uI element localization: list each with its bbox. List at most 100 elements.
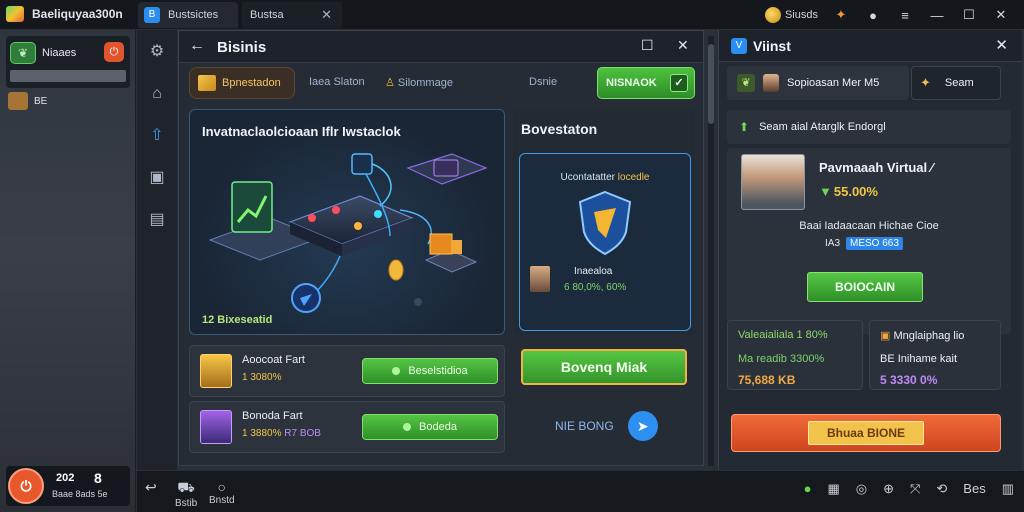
settings-icon[interactable]: ⚙ (145, 40, 169, 64)
item-action-button[interactable]: Beselstidioa (362, 358, 498, 384)
tab-sopioasan[interactable]: ❦ Sopioasan Mer M5 (727, 66, 909, 100)
record-icon[interactable]: ◎ (856, 481, 867, 497)
avatar (200, 354, 232, 388)
media-icon[interactable]: ▣ (145, 166, 169, 190)
item-action-button[interactable]: Bodeda (362, 414, 498, 440)
feature-card[interactable]: Invatnaclaolcioaan Iflr Iwstaclok 12 Bix… (189, 109, 505, 335)
right-panel: V Viinst ✕ ❦ Sopioasan Mer M5 ✦ Seam ⬆ S… (718, 30, 1022, 470)
stat-box[interactable]: Valeaialiala 1 80% Ma readib 3300% 75,68… (727, 320, 863, 390)
person-avatar (530, 266, 550, 292)
tools-icon[interactable]: ▥ (1002, 481, 1014, 497)
shake-icon[interactable]: Bes (963, 481, 985, 497)
folder-icon[interactable]: ▤ (145, 208, 169, 232)
stat-mid: Ma readib 3300% (738, 353, 825, 365)
tab-seam[interactable]: ✦ Seam (911, 66, 1001, 100)
coins-indicator[interactable]: Siusds (764, 7, 818, 23)
scrollbar-thumb[interactable] (708, 44, 714, 124)
right-header: V Viinst ✕ (719, 30, 1022, 62)
app-title: Baeliquyaa300n (32, 7, 123, 21)
avatar[interactable]: ⏻ (8, 468, 44, 504)
stat-value: 5 3330 0% (880, 373, 938, 387)
taskbar-item[interactable]: ○ Bnstd (209, 479, 235, 506)
folder-icon (8, 92, 28, 110)
back-arrow-icon[interactable]: ← (189, 37, 205, 55)
stat-value: 75,688 KB (738, 373, 796, 387)
side-card-value: 6 80,0%, 60% (564, 282, 627, 293)
tab-label: Bustsictes (168, 9, 219, 21)
side-card: Bovestaton Ucontatatter locedle Inaealoa… (513, 109, 695, 335)
sidebar-card-bar (10, 70, 126, 82)
bottom-taskbar: ↩ ⛟ Bstib ○ Bnstd ● ▦ ◎ ⊕ ⤧ ⟲ Bes ▥ (137, 470, 1024, 512)
tab-iaea-slaton[interactable]: Iaea Slaton (309, 76, 365, 88)
section-header[interactable]: ⬆ Seam aial Atarglk Endorgl (727, 110, 1011, 144)
trend-up-icon: ⬆ (739, 120, 750, 134)
taskbar-item[interactable]: ⛟ Bstib (175, 479, 197, 509)
star-icon: ✦ (920, 75, 931, 90)
send-icon[interactable]: ➤ (627, 411, 658, 441)
app-logo (6, 6, 24, 22)
tab-active[interactable]: B Bustsictes (138, 2, 238, 28)
sidebar-item[interactable]: BE (8, 92, 47, 110)
boiocain-button[interactable]: BOIOCAIN (807, 272, 923, 302)
tab-bpnestadon[interactable]: Bpnestadon (189, 67, 295, 99)
tab-label: Bustsa (250, 9, 284, 21)
profile-desc: Baai Iadaacaan Hichae Cioe (799, 220, 939, 232)
tab-silommage[interactable]: ♙ Silommage (385, 76, 453, 89)
menu-icon[interactable]: ≡ (896, 8, 914, 23)
taskbar-tools: ● ▦ ◎ ⊕ ⤧ ⟲ Bes ▥ (804, 481, 1014, 497)
check-icon: ✓ (670, 74, 688, 92)
bovenq-miak-button[interactable]: Bovenq Miak (521, 349, 687, 385)
list-item[interactable]: Bonoda Fart 1 3880% R7 BOB Bodeda (189, 401, 505, 453)
home-icon[interactable]: ⌂ (145, 82, 169, 106)
shield-icon (578, 190, 632, 256)
tab-secondary[interactable]: Bustsa ✕ (242, 2, 342, 28)
link-text[interactable]: NIE BONG (555, 419, 614, 433)
nisnaok-button[interactable]: NISNAOK ✓ (597, 67, 695, 99)
treasure-icon (198, 75, 216, 91)
network-illustration (208, 153, 488, 313)
left-sidebar: ❦ Niaaes ⏻ BE ⏻ 202 8 Baae 8ads 5e (0, 30, 136, 512)
side-card-inner[interactable]: Ucontatatter locedle Inaealoa 6 80,0%, 6… (519, 153, 691, 331)
stat-box[interactable]: ▣ Mnglaiphag lio BE Inihame kait 5 3330 … (869, 320, 1001, 390)
right-title: Viinst (753, 38, 791, 54)
gamepad-icon[interactable]: ⊕ (883, 481, 894, 497)
profile-count: 202 (56, 472, 75, 484)
status-badge: MESO 663 (846, 237, 903, 250)
bhuaa-bione-button[interactable]: Bhuaa BIONE (731, 414, 1001, 452)
power-icon[interactable]: ⏻ (104, 42, 124, 62)
title-controls: Siusds ✦ ● ≡ — ☐ ✕ (764, 0, 1024, 30)
notification-icon[interactable]: ● (864, 8, 882, 23)
fire-icon[interactable]: ✦ (832, 7, 850, 23)
minimize-button[interactable]: — (928, 8, 946, 23)
title-bar: Baeliquyaa300n B Bustsictes Bustsa ✕ Siu… (0, 0, 1024, 30)
side-card-text: Ucontatatter locedle (560, 172, 650, 183)
sidebar-profile[interactable]: ⏻ 202 8 Baae 8ads 5e (6, 466, 130, 506)
item-name: Bonoda Fart (242, 410, 303, 422)
tab-dsnie[interactable]: Dsnie (529, 76, 557, 88)
resize-icon[interactable]: ⤧ (910, 481, 920, 497)
side-card-title: Bovestaton (521, 121, 598, 137)
link-row[interactable]: NIE BONG ➤ (555, 411, 658, 441)
pin-icon[interactable]: ✕ (321, 7, 332, 23)
app-title-area: Baeliquyaa300n (6, 6, 123, 22)
status-on-icon[interactable]: ● (804, 481, 812, 497)
window-icon[interactable]: ☐ (641, 37, 654, 54)
avatar (763, 74, 779, 92)
share-icon[interactable]: ⇧ (145, 124, 169, 148)
profile-desc2: IA3 MESO 663 (825, 237, 903, 250)
profile-percent: ▼ 55.00% (819, 184, 878, 199)
item-value: 1 3080% (242, 372, 282, 383)
stat-title: ▣ Mnglaiphag lio (880, 330, 965, 342)
icon-rail: ⚙ ⌂ ⇧ ▣ ▤ (137, 30, 177, 470)
maximize-button[interactable]: ☐ (960, 7, 978, 23)
sidebar-card[interactable]: ❦ Niaaes ⏻ (6, 36, 130, 88)
rotate-icon[interactable]: ⟲ (936, 481, 947, 497)
back-button[interactable]: ↩ (145, 479, 157, 496)
close-button[interactable]: ✕ (992, 7, 1010, 23)
scrollbar[interactable] (708, 36, 714, 466)
grid-icon[interactable]: ▦ (827, 481, 839, 497)
close-icon[interactable]: ✕ (995, 36, 1008, 54)
close-icon[interactable]: ✕ (677, 37, 689, 54)
profile-photo (741, 154, 805, 210)
list-item[interactable]: Aoocoat Fart 1 3080% Beselstidioa (189, 345, 505, 397)
